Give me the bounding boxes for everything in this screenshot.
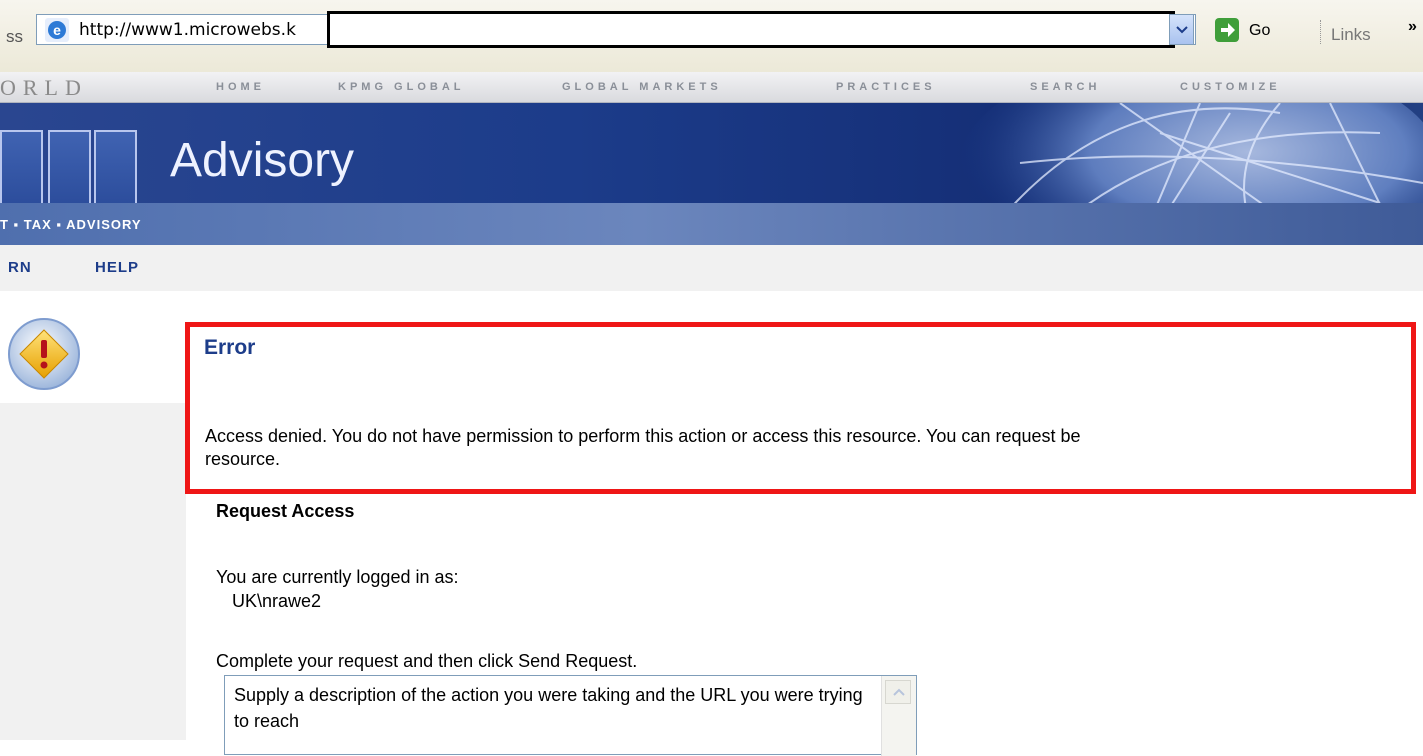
- left-column-panel: [0, 403, 186, 740]
- logged-in-label: You are currently logged in as:: [216, 567, 459, 587]
- scroll-up-button[interactable]: [885, 680, 911, 704]
- go-label: Go: [1249, 22, 1271, 39]
- toolbar-overflow-icon[interactable]: »: [1408, 18, 1417, 36]
- logo-box: [0, 130, 43, 206]
- error-title: Error: [204, 336, 256, 359]
- browser-address-bar: ss e http://www1.microwebs.k Go Links »: [0, 0, 1423, 73]
- warning-icon: [6, 316, 82, 397]
- banner-title: Advisory: [170, 134, 355, 187]
- toolbar-separator: [1320, 20, 1322, 44]
- banner-tagline: T ▪ TAX ▪ ADVISORY: [0, 217, 142, 232]
- chevron-down-icon: [1176, 26, 1188, 34]
- url-text: http://www1.microwebs.k: [79, 20, 296, 40]
- chevron-up-icon: [893, 688, 905, 696]
- logo-box: [94, 130, 137, 206]
- request-access-heading: Request Access: [216, 501, 355, 521]
- logged-in-user: UK\nrawe2: [232, 591, 322, 611]
- world-logo-text: ORLD: [0, 75, 88, 100]
- redaction-box: [327, 11, 1175, 48]
- tagline-bar: [0, 203, 1423, 245]
- url-input[interactable]: e http://www1.microwebs.k: [36, 11, 1196, 48]
- go-arrow-icon: [1215, 18, 1239, 42]
- site-banner: Advisory T ▪ TAX ▪ ADVISORY: [0, 103, 1423, 245]
- nav-global-markets[interactable]: GLOBAL MARKETS: [562, 81, 722, 93]
- highlight-annotation: [185, 322, 1416, 494]
- nav-customize[interactable]: CUSTOMIZE: [1180, 81, 1281, 93]
- nav-search[interactable]: SEARCH: [1030, 81, 1100, 93]
- subnav-item-return[interactable]: RN: [8, 259, 32, 276]
- url-dropdown-button[interactable]: [1169, 14, 1194, 45]
- nav-kpmg-global[interactable]: KPMG GLOBAL: [338, 81, 465, 93]
- request-description-textarea[interactable]: Supply a description of the action you w…: [224, 675, 917, 756]
- site-top-nav: ORLD HOME KPMG GLOBAL GLOBAL MARKETS PRA…: [0, 72, 1423, 103]
- links-toolbar[interactable]: Links: [1331, 25, 1371, 45]
- logo-box: [48, 130, 91, 206]
- ie-page-icon: e: [45, 18, 69, 42]
- textarea-scrollbar[interactable]: [881, 676, 916, 756]
- nav-practices[interactable]: PRACTICES: [836, 81, 936, 93]
- svg-text:e: e: [53, 22, 61, 38]
- sub-nav: RN HELP: [0, 245, 1423, 291]
- error-message-continued: resource.: [205, 449, 281, 469]
- subnav-item-help[interactable]: HELP: [95, 259, 139, 276]
- address-label: ss: [6, 27, 23, 46]
- nav-home[interactable]: HOME: [216, 81, 265, 93]
- request-instruction: Complete your request and then click Sen…: [216, 651, 638, 671]
- go-button[interactable]: Go: [1213, 14, 1291, 45]
- error-message: Access denied. You do not have permissio…: [205, 426, 1081, 446]
- textarea-value: Supply a description of the action you w…: [234, 685, 863, 731]
